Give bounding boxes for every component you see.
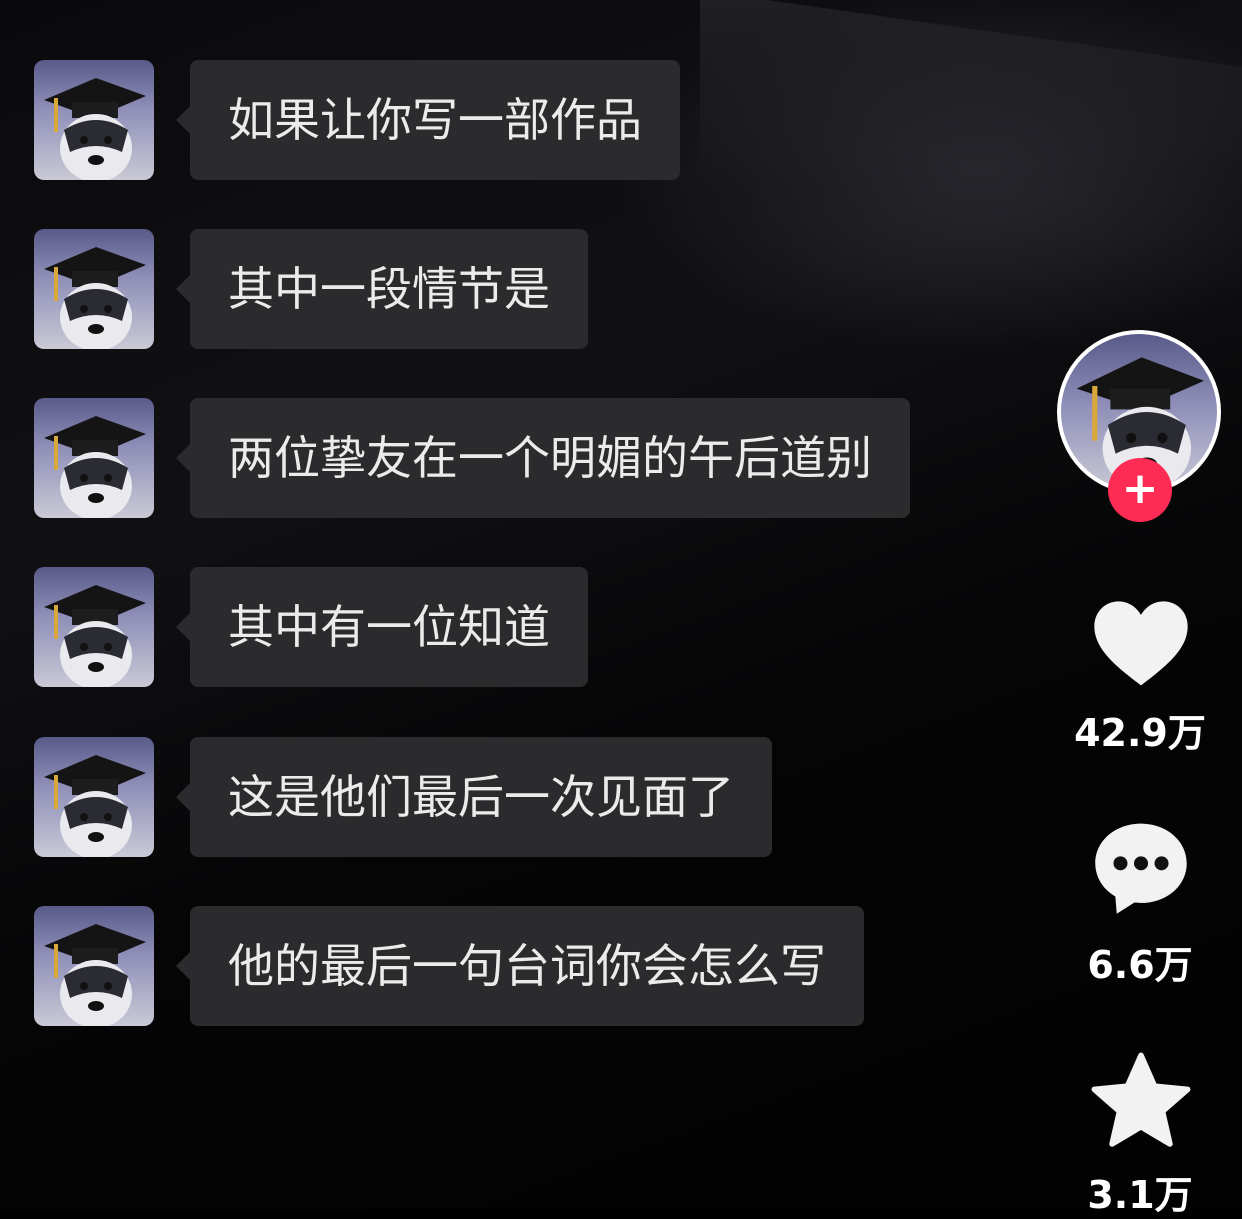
message-bubble: 两位挚友在一个明媚的午后道别 (176, 398, 910, 518)
favorite-count: 3.1万 (1087, 1173, 1193, 1217)
comment-bubble-icon[interactable] (1085, 812, 1197, 924)
star-icon[interactable] (1085, 1046, 1197, 1158)
husky-avatar-icon (44, 755, 146, 857)
message-bubble: 其中一段情节是 (176, 229, 588, 349)
avatar[interactable] (34, 567, 154, 687)
avatar[interactable] (34, 906, 154, 1026)
message-bubble: 他的最后一句台词你会怎么写 (176, 906, 864, 1026)
message-bubble: 如果让你写一部作品 (176, 60, 680, 180)
husky-avatar-icon (44, 247, 146, 349)
like-count: 42.9万 (1074, 711, 1206, 755)
message-bubble: 这是他们最后一次见面了 (176, 737, 772, 857)
message-bubble: 其中有一位知道 (176, 567, 588, 687)
avatar[interactable] (34, 229, 154, 349)
heart-icon[interactable] (1085, 585, 1197, 697)
follow-button[interactable]: + (1108, 458, 1172, 522)
comment-count: 6.6万 (1087, 943, 1193, 987)
avatar[interactable] (34, 398, 154, 518)
husky-avatar-icon (44, 78, 146, 180)
husky-avatar-icon (44, 585, 146, 687)
avatar[interactable] (34, 737, 154, 857)
husky-avatar-icon (44, 924, 146, 1026)
avatar[interactable] (34, 60, 154, 180)
husky-avatar-icon (44, 416, 146, 518)
